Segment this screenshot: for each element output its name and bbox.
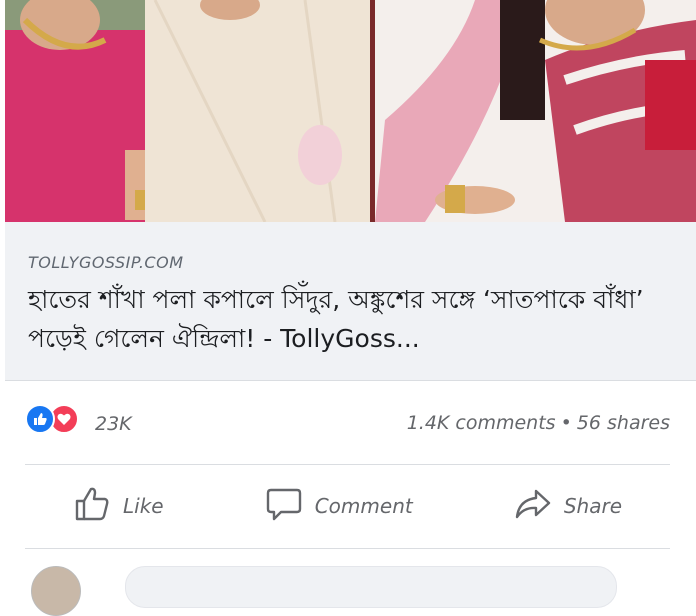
comment-composer xyxy=(25,558,670,616)
share-button[interactable]: Share xyxy=(466,485,670,528)
link-headline[interactable]: হাতের শাঁখা পলা কপালে সিঁদুর, অঙ্কুশের স… xyxy=(28,280,678,358)
shares-count[interactable]: 56 shares xyxy=(577,412,670,434)
engagement-counts: 1.4K comments • 56 shares xyxy=(407,412,670,434)
share-arrow-icon xyxy=(514,485,552,528)
link-preview-card[interactable]: TOLLYGOSSIP.COM হাতের শাঁখা পলা কপালে সি… xyxy=(5,222,696,381)
reaction-count: 23K xyxy=(95,413,132,435)
like-button[interactable]: Like xyxy=(25,485,212,528)
like-label: Like xyxy=(123,494,164,518)
link-domain: TOLLYGOSSIP.COM xyxy=(28,253,184,272)
like-icon xyxy=(25,404,55,434)
comment-input[interactable] xyxy=(125,566,617,608)
divider-bottom xyxy=(25,548,670,549)
thumbs-up-icon xyxy=(73,485,111,528)
post-actions: Like Comment Share xyxy=(25,466,670,546)
stats-separator: • xyxy=(560,412,572,434)
avatar xyxy=(31,566,81,616)
comment-label: Comment xyxy=(314,494,413,518)
comments-count[interactable]: 1.4K comments xyxy=(407,412,556,434)
comment-bubble-icon xyxy=(265,485,303,528)
divider-top xyxy=(25,464,670,465)
post-stats: 23K 1.4K comments • 56 shares xyxy=(25,400,670,446)
comment-button[interactable]: Comment xyxy=(217,485,461,528)
share-label: Share xyxy=(563,494,622,518)
post-image[interactable] xyxy=(5,0,696,222)
